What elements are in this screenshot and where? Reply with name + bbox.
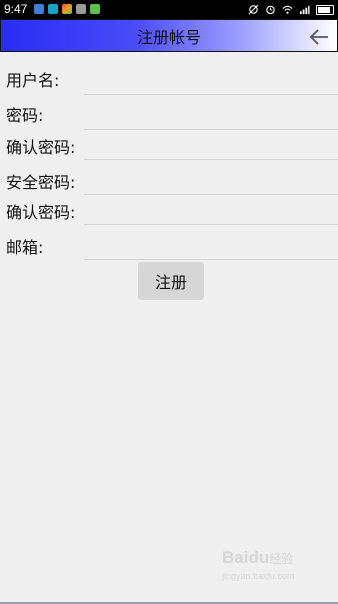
security-password-label: 安全密码: [6,173,76,192]
notification-icon-multicolor [62,4,72,14]
watermark-url: jingyan.baidu.com [222,571,295,581]
register-button[interactable]: 注册 [138,262,204,300]
username-label: 用户名: [6,71,60,90]
confirm-password-label: 确认密码: [6,138,76,157]
watermark-brand: Baidu [222,548,270,567]
page-title: 注册帐号 [136,28,201,47]
alarm-icon [266,5,275,15]
notification-icon-gray [76,4,86,14]
battery-icon [316,4,334,15]
confirm-password-input[interactable] [84,131,338,160]
title-bar: 注册帐号 [0,19,338,52]
watermark-suffix: 经验 [269,552,294,566]
password-label: 密码: [6,106,44,125]
confirm-security-password-input[interactable] [84,196,338,225]
status-time: 9:47 [4,2,28,16]
status-bar: 9:47 [0,0,338,19]
baidu-watermark: Baidu经验 jingyan.baidu.com [222,548,295,582]
email-input[interactable] [84,231,338,260]
email-label: 邮箱: [6,238,44,257]
password-input[interactable] [84,101,338,130]
notification-icon-green [90,4,100,14]
confirm-security-password-label: 确认密码: [6,203,76,222]
arrow-left-icon[interactable] [309,29,329,45]
status-indicators [248,2,334,17]
security-password-input[interactable] [84,166,338,195]
signal-icon [299,5,310,15]
notification-icon-blue [34,4,44,14]
wifi-icon [282,5,293,14]
username-input[interactable] [84,66,338,95]
sync-off-icon [248,4,259,15]
notification-icon-teal [48,4,58,14]
